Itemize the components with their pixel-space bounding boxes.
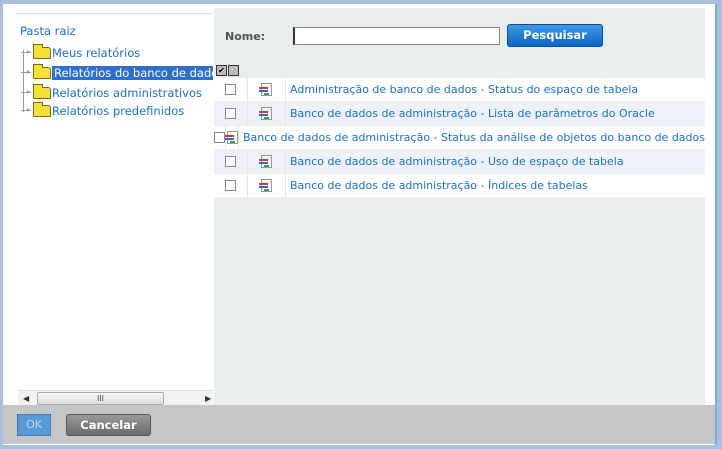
- row-checkbox[interactable]: [225, 84, 236, 95]
- folder-icon: [33, 101, 51, 117]
- report-icon: [224, 131, 238, 144]
- report-link[interactable]: Banco de dados de administração - Status…: [239, 131, 705, 144]
- list-item: Banco de dados de administração - Status…: [214, 126, 705, 150]
- tree-item-label: Relatórios predefinidos: [52, 103, 185, 118]
- tree-connector: [21, 108, 31, 112]
- tree-item-predefinidos[interactable]: Relatórios predefinidos: [21, 101, 185, 119]
- name-input[interactable]: [293, 27, 500, 45]
- report-panel: Nome: Pesquisar ✔ Administração de banco…: [214, 8, 705, 406]
- list-item: Banco de dados de administração - Lista …: [214, 102, 705, 126]
- folder-icon: [33, 43, 51, 59]
- scroll-thumb[interactable]: III: [37, 392, 164, 405]
- report-link[interactable]: Banco de dados de administração - Lista …: [286, 107, 655, 120]
- tree-connector: [21, 70, 31, 74]
- name-label: Nome:: [225, 30, 266, 43]
- search-button[interactable]: Pesquisar: [507, 24, 603, 47]
- cancel-button[interactable]: Cancelar: [66, 414, 151, 436]
- folder-icon: [33, 83, 51, 99]
- check-all-icon[interactable]: ✔: [216, 65, 227, 76]
- ok-button[interactable]: OK: [17, 414, 51, 436]
- row-checkbox[interactable]: [214, 132, 225, 143]
- folder-icon: [33, 63, 51, 79]
- report-icon: [259, 179, 272, 192]
- scroll-right-icon[interactable]: ▶: [205, 394, 211, 403]
- row-checkbox[interactable]: [225, 180, 236, 191]
- tree-item-label: Relatórios administrativos: [52, 85, 202, 100]
- row-checkbox[interactable]: [225, 108, 236, 119]
- dialog-footer: OK Cancelar: [3, 405, 715, 444]
- select-all-controls: ✔: [216, 65, 240, 76]
- folder-tree: Pasta raiz Meus relatórios Relatórios do…: [15, 13, 213, 406]
- row-checkbox[interactable]: [225, 156, 236, 167]
- list-item: Banco de dados de administração - Índice…: [214, 174, 705, 198]
- report-list: Administração de banco de dados - Status…: [214, 78, 705, 198]
- dialog-window: Pasta raiz Meus relatórios Relatórios do…: [3, 4, 717, 445]
- list-item: Administração de banco de dados - Status…: [214, 78, 705, 102]
- horizontal-scrollbar[interactable]: ◀ III ▶: [18, 390, 213, 405]
- report-link[interactable]: Banco de dados de administração - Índice…: [286, 179, 588, 192]
- tree-item-meus-relatorios[interactable]: Meus relatórios: [21, 43, 141, 61]
- report-icon: [259, 107, 272, 120]
- report-link[interactable]: Administração de banco de dados - Status…: [286, 83, 638, 96]
- scroll-left-icon[interactable]: ◀: [23, 394, 29, 403]
- tree-item-banco-de-dados[interactable]: Relatórios do banco de dados adm: [21, 63, 213, 81]
- tree-connector: [21, 50, 31, 54]
- report-icon: [259, 155, 272, 168]
- tree-connector: [21, 90, 31, 94]
- uncheck-all-icon[interactable]: [228, 65, 239, 76]
- tree-item-label: Relatórios do banco de dados adm: [52, 65, 213, 80]
- report-icon: [259, 83, 272, 96]
- tree-item-label: Meus relatórios: [52, 45, 141, 60]
- list-item: Banco de dados de administração - Uso de…: [214, 150, 705, 174]
- tree-root[interactable]: Pasta raiz: [20, 24, 76, 38]
- report-link[interactable]: Banco de dados de administração - Uso de…: [286, 155, 624, 168]
- tree-item-administrativos[interactable]: Relatórios administrativos: [21, 83, 202, 101]
